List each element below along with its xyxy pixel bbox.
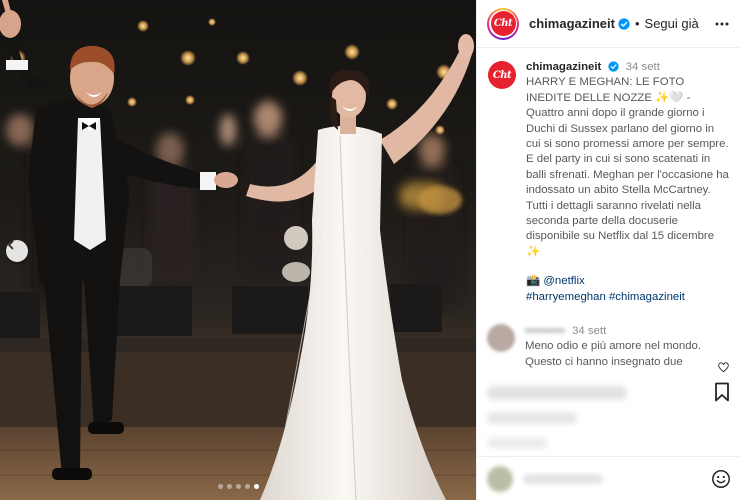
- following-button[interactable]: Segui già: [645, 16, 699, 31]
- credit-handle-link[interactable]: @netflix: [543, 275, 584, 287]
- carousel-dot: [226, 484, 232, 489]
- caption-credit: 📸 @netflix: [526, 274, 730, 289]
- blurred-actions-area: [477, 372, 740, 462]
- post-photo[interactable]: [0, 0, 476, 500]
- chevron-left-icon: [8, 240, 14, 250]
- post-sidebar: Cht chimagazineit • Segui già Cht chimag…: [476, 0, 740, 500]
- current-user-avatar: [487, 465, 513, 492]
- comment-text: Meno odio e più amore nel mondo. Questo …: [525, 340, 702, 368]
- verified-badge-icon: [618, 17, 630, 30]
- add-comment-row[interactable]: [477, 456, 740, 500]
- carousel-dot: [244, 484, 250, 489]
- caption-body: chimagazineit 34 sett HARRY E MEGHAN: LE…: [526, 60, 730, 305]
- emoji-icon[interactable]: [711, 469, 731, 489]
- caption-text: HARRY E MEGHAN: LE FOTO INEDITE DELLE NO…: [526, 76, 733, 258]
- chi-logo-small: Cht: [488, 61, 516, 89]
- bookmark-icon[interactable]: [714, 382, 730, 402]
- chi-logo: Cht: [490, 11, 516, 36]
- header-separator: •: [634, 16, 640, 31]
- carousel-prev-button[interactable]: [6, 240, 28, 262]
- carousel-dot: [235, 484, 241, 489]
- comment-item: •••••••••• 34 sett Meno odio e più amore…: [477, 318, 740, 376]
- wedding-party-image: [0, 0, 476, 500]
- post-header: Cht chimagazineit • Segui già: [477, 0, 740, 48]
- comment-body: •••••••••• 34 sett Meno odio e più amore…: [525, 324, 715, 370]
- caption-avatar[interactable]: Cht: [487, 60, 517, 90]
- carousel-dot: [217, 484, 223, 489]
- camera-emoji: 📸: [526, 275, 541, 288]
- comment-input-placeholder[interactable]: [523, 473, 603, 484]
- caption-username[interactable]: chimagazineit: [526, 61, 601, 73]
- verified-badge-icon: [607, 61, 619, 73]
- hashtags-link[interactable]: #harryemeghan #chimagazineit: [526, 290, 730, 305]
- profile-avatar[interactable]: Cht: [487, 7, 519, 40]
- carousel-indicator: [0, 484, 476, 489]
- comment-time: 34 sett: [572, 325, 607, 337]
- post-caption: Cht chimagazineit 34 sett HARRY E MEGHAN…: [477, 48, 740, 305]
- more-horizontal-icon[interactable]: [714, 16, 730, 32]
- caption-time[interactable]: 34 sett: [626, 61, 660, 73]
- comment-avatar[interactable]: [487, 324, 515, 352]
- carousel-dot: [253, 484, 259, 489]
- comments-list: •••••••••• 34 sett Meno odio e più amore…: [477, 318, 740, 376]
- header-username[interactable]: chimagazineit: [529, 16, 615, 31]
- comment-username[interactable]: ••••••••••: [525, 325, 565, 337]
